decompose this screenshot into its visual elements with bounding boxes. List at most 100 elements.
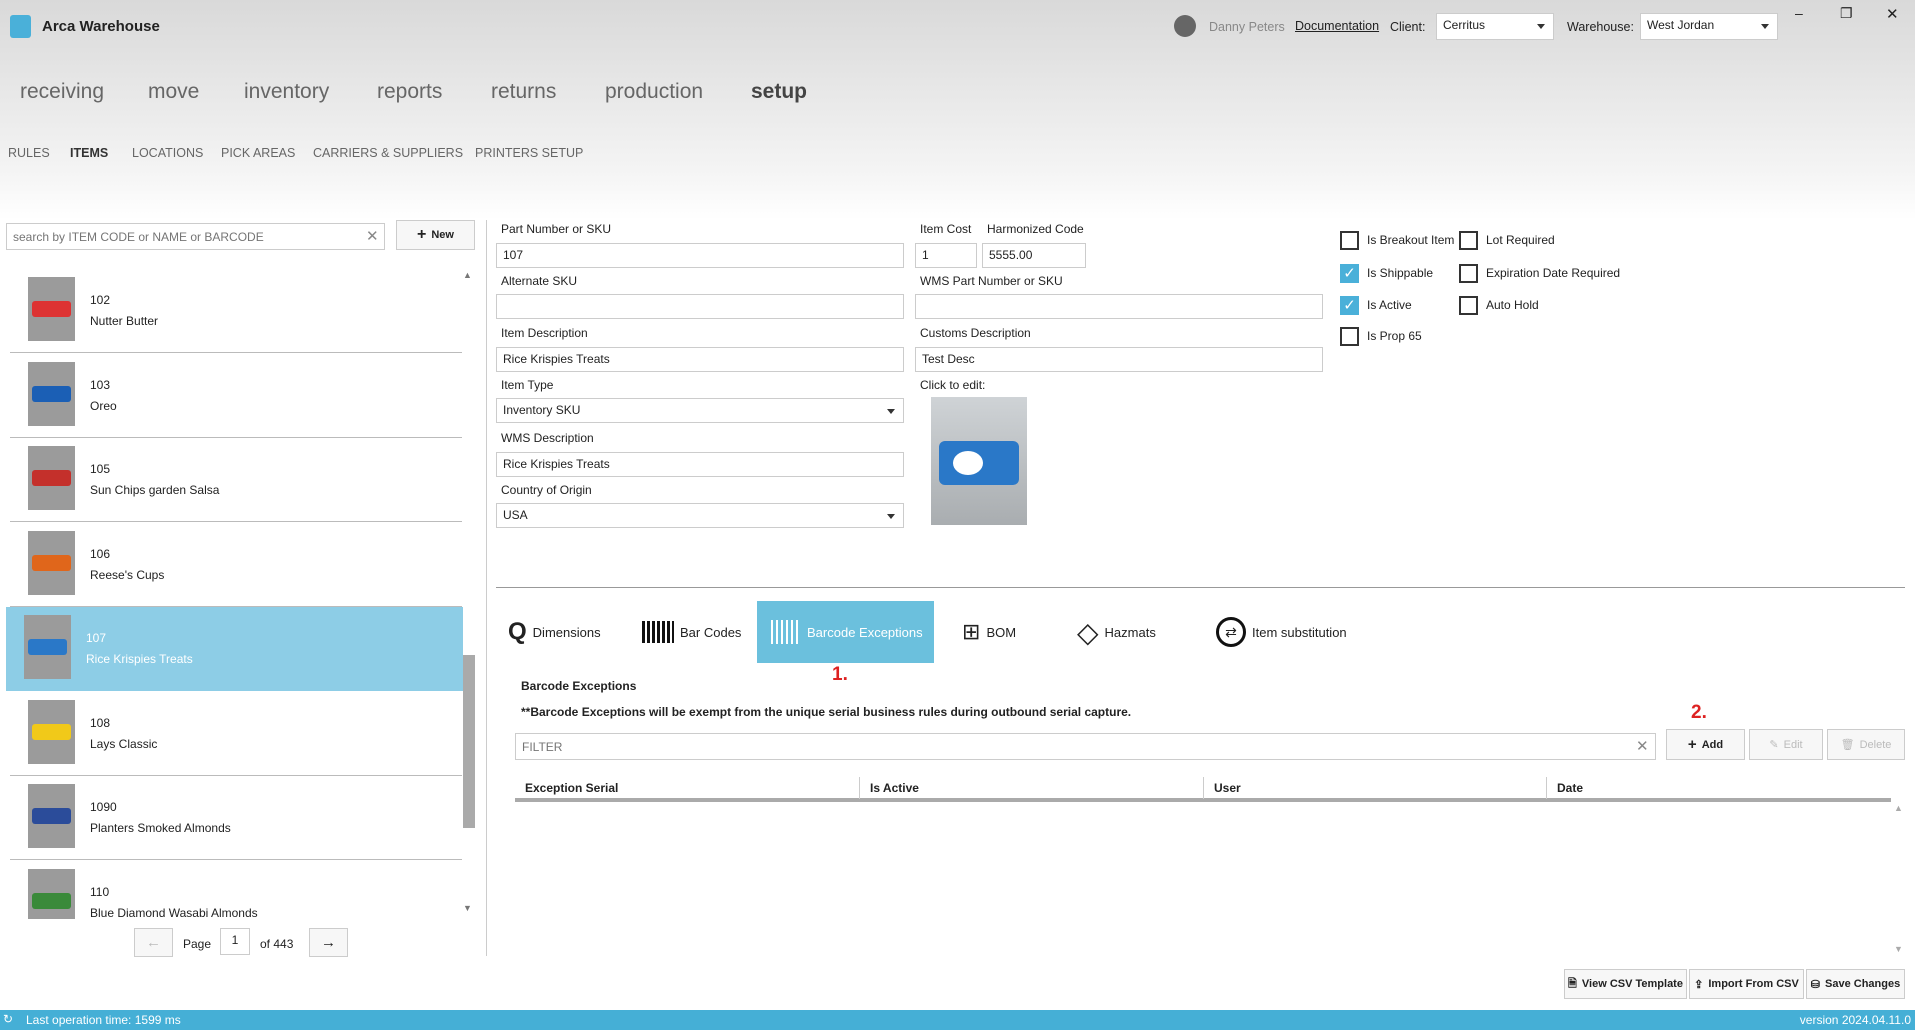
column-date[interactable]: Date: [1547, 777, 1891, 799]
column-is-active[interactable]: Is Active: [860, 777, 1204, 799]
wms-part-label: WMS Part Number or SKU: [920, 274, 1063, 288]
list-item[interactable]: 107 Rice Krispies Treats: [6, 607, 463, 691]
table-scroll-up-icon[interactable]: ▲: [1894, 803, 1903, 813]
checkbox-lot-required[interactable]: [1459, 231, 1478, 250]
checkbox-is-active[interactable]: ✓: [1340, 296, 1359, 315]
checkbox-is-shippable[interactable]: ✓: [1340, 264, 1359, 283]
list-item[interactable]: 106 Reese's Cups: [10, 523, 462, 607]
refresh-icon[interactable]: ↻: [3, 1012, 13, 1026]
edit-exception-button[interactable]: ✎ Edit: [1749, 729, 1823, 760]
client-select[interactable]: Cerritus: [1436, 13, 1554, 40]
nav-returns[interactable]: returns: [491, 80, 556, 104]
customs-description-input[interactable]: Test Desc: [915, 347, 1323, 372]
subnav-items[interactable]: ITEMS: [70, 146, 108, 160]
list-item[interactable]: 108 Lays Classic: [10, 692, 462, 776]
list-item[interactable]: 110 Blue Diamond Wasabi Almonds: [10, 861, 462, 919]
item-type-label: Item Type: [501, 378, 554, 392]
status-text: Last operation time: 1599 ms: [26, 1013, 181, 1027]
subnav-rules[interactable]: RULES: [8, 146, 50, 160]
save-changes-button[interactable]: ⛁ Save Changes: [1806, 969, 1905, 999]
tab-bar-codes[interactable]: Bar Codes: [642, 601, 741, 663]
edit-label: Edit: [1783, 738, 1803, 751]
checkbox-expiration-date-required[interactable]: [1459, 264, 1478, 283]
next-page-button[interactable]: →: [309, 928, 348, 957]
wms-description-input[interactable]: Rice Krispies Treats: [496, 452, 904, 477]
page-input[interactable]: 1: [220, 928, 250, 955]
tab-hazmats[interactable]: ◇ Hazmats: [1077, 601, 1156, 663]
tab-bom[interactable]: ⊞ BOM: [962, 601, 1016, 663]
app-logo-icon: [10, 15, 31, 38]
tab-barcode-exceptions[interactable]: Barcode Exceptions: [757, 601, 934, 663]
tab-dimensions[interactable]: Q Dimensions: [508, 601, 601, 663]
clear-filter-icon[interactable]: ✕: [1636, 737, 1649, 755]
list-item[interactable]: 103 Oreo: [10, 354, 462, 438]
list-scroll-down-icon[interactable]: ▼: [463, 903, 472, 913]
list-item[interactable]: 1090 Planters Smoked Almonds: [10, 776, 462, 860]
checkbox-label: Is Prop 65: [1367, 329, 1422, 343]
nav-setup[interactable]: setup: [751, 80, 807, 104]
nav-inventory[interactable]: inventory: [244, 80, 329, 104]
alternate-sku-input[interactable]: [496, 294, 904, 319]
import-label: Import From CSV: [1708, 978, 1799, 990]
documentation-link[interactable]: Documentation: [1295, 19, 1379, 33]
nav-move[interactable]: move: [148, 80, 199, 104]
add-exception-button[interactable]: + Add: [1666, 729, 1745, 760]
annotation-2: 2.: [1691, 702, 1707, 723]
item-cost-input[interactable]: 1: [915, 243, 977, 268]
list-item[interactable]: 102 Nutter Butter: [10, 269, 462, 353]
list-scrollbar[interactable]: [463, 655, 475, 828]
prev-page-button[interactable]: ←: [134, 928, 173, 957]
import-csv-button[interactable]: ⇪ Import From CSV: [1689, 969, 1804, 999]
item-name: Reese's Cups: [90, 567, 165, 582]
new-label: New: [431, 229, 454, 241]
checkbox-label: Expiration Date Required: [1486, 266, 1621, 280]
item-type-select[interactable]: Inventory SKU: [496, 398, 904, 423]
close-button[interactable]: ✕: [1886, 5, 1899, 23]
view-csv-template-button[interactable]: 🗎 View CSV Template: [1564, 969, 1687, 999]
subnav-carriers-suppliers[interactable]: CARRIERS & SUPPLIERS: [313, 146, 463, 160]
tab-label: Hazmats: [1104, 624, 1156, 640]
user-name: Danny Peters: [1209, 20, 1285, 34]
new-item-button[interactable]: + New: [396, 220, 475, 250]
version-text: version 2024.04.11.0: [1799, 1013, 1911, 1027]
table-scroll-down-icon[interactable]: ▼: [1894, 944, 1903, 954]
checkbox-label: Is Breakout Item: [1367, 233, 1455, 247]
exceptions-filter-input[interactable]: [515, 733, 1656, 760]
item-image[interactable]: [931, 397, 1027, 525]
add-label: Add: [1701, 738, 1724, 751]
column-exception-serial[interactable]: Exception Serial: [515, 777, 860, 799]
restore-button[interactable]: ❐: [1840, 5, 1853, 22]
nav-production[interactable]: production: [605, 80, 703, 104]
nav-receiving[interactable]: receiving: [20, 80, 104, 104]
nav-reports[interactable]: reports: [377, 80, 442, 104]
item-thumbnail: [28, 530, 75, 595]
warehouse-select[interactable]: West Jordan: [1640, 13, 1778, 40]
clear-search-icon[interactable]: ✕: [366, 227, 379, 245]
wms-part-input[interactable]: [915, 294, 1323, 319]
checkbox-label: Is Active: [1367, 298, 1412, 312]
tab-item-substitution[interactable]: ⇄ Item substitution: [1216, 601, 1347, 663]
part-number-input[interactable]: 107: [496, 243, 904, 268]
section-divider: [496, 587, 1905, 588]
tab-label: Barcode Exceptions: [807, 624, 923, 640]
item-name: Lays Classic: [90, 736, 158, 751]
list-item[interactable]: 105 Sun Chips garden Salsa: [10, 438, 462, 522]
delete-exception-button[interactable]: 🗑 Delete: [1827, 729, 1905, 760]
exceptions-note: **Barcode Exceptions will be exempt from…: [521, 705, 1132, 719]
subnav-printers-setup[interactable]: PRINTERS SETUP: [475, 146, 583, 160]
checkbox-is-breakout-item[interactable]: [1340, 231, 1359, 250]
item-search-input[interactable]: [6, 223, 385, 250]
item-description-input[interactable]: Rice Krispies Treats: [496, 347, 904, 372]
harmonized-code-input[interactable]: 5555.00: [982, 243, 1086, 268]
country-select[interactable]: USA: [496, 503, 904, 528]
subnav-locations[interactable]: LOCATIONS: [132, 146, 203, 160]
tab-label: Bar Codes: [680, 624, 742, 640]
checkbox-is-prop-65[interactable]: [1340, 327, 1359, 346]
list-scroll-up-icon[interactable]: ▲: [463, 270, 472, 280]
save-icon: ⛁: [1810, 978, 1820, 991]
minimize-button[interactable]: –: [1795, 5, 1803, 21]
subnav-pick-areas[interactable]: PICK AREAS: [221, 146, 295, 160]
column-user[interactable]: User: [1204, 777, 1547, 799]
item-code: 108: [90, 715, 111, 730]
checkbox-auto-hold[interactable]: [1459, 296, 1478, 315]
